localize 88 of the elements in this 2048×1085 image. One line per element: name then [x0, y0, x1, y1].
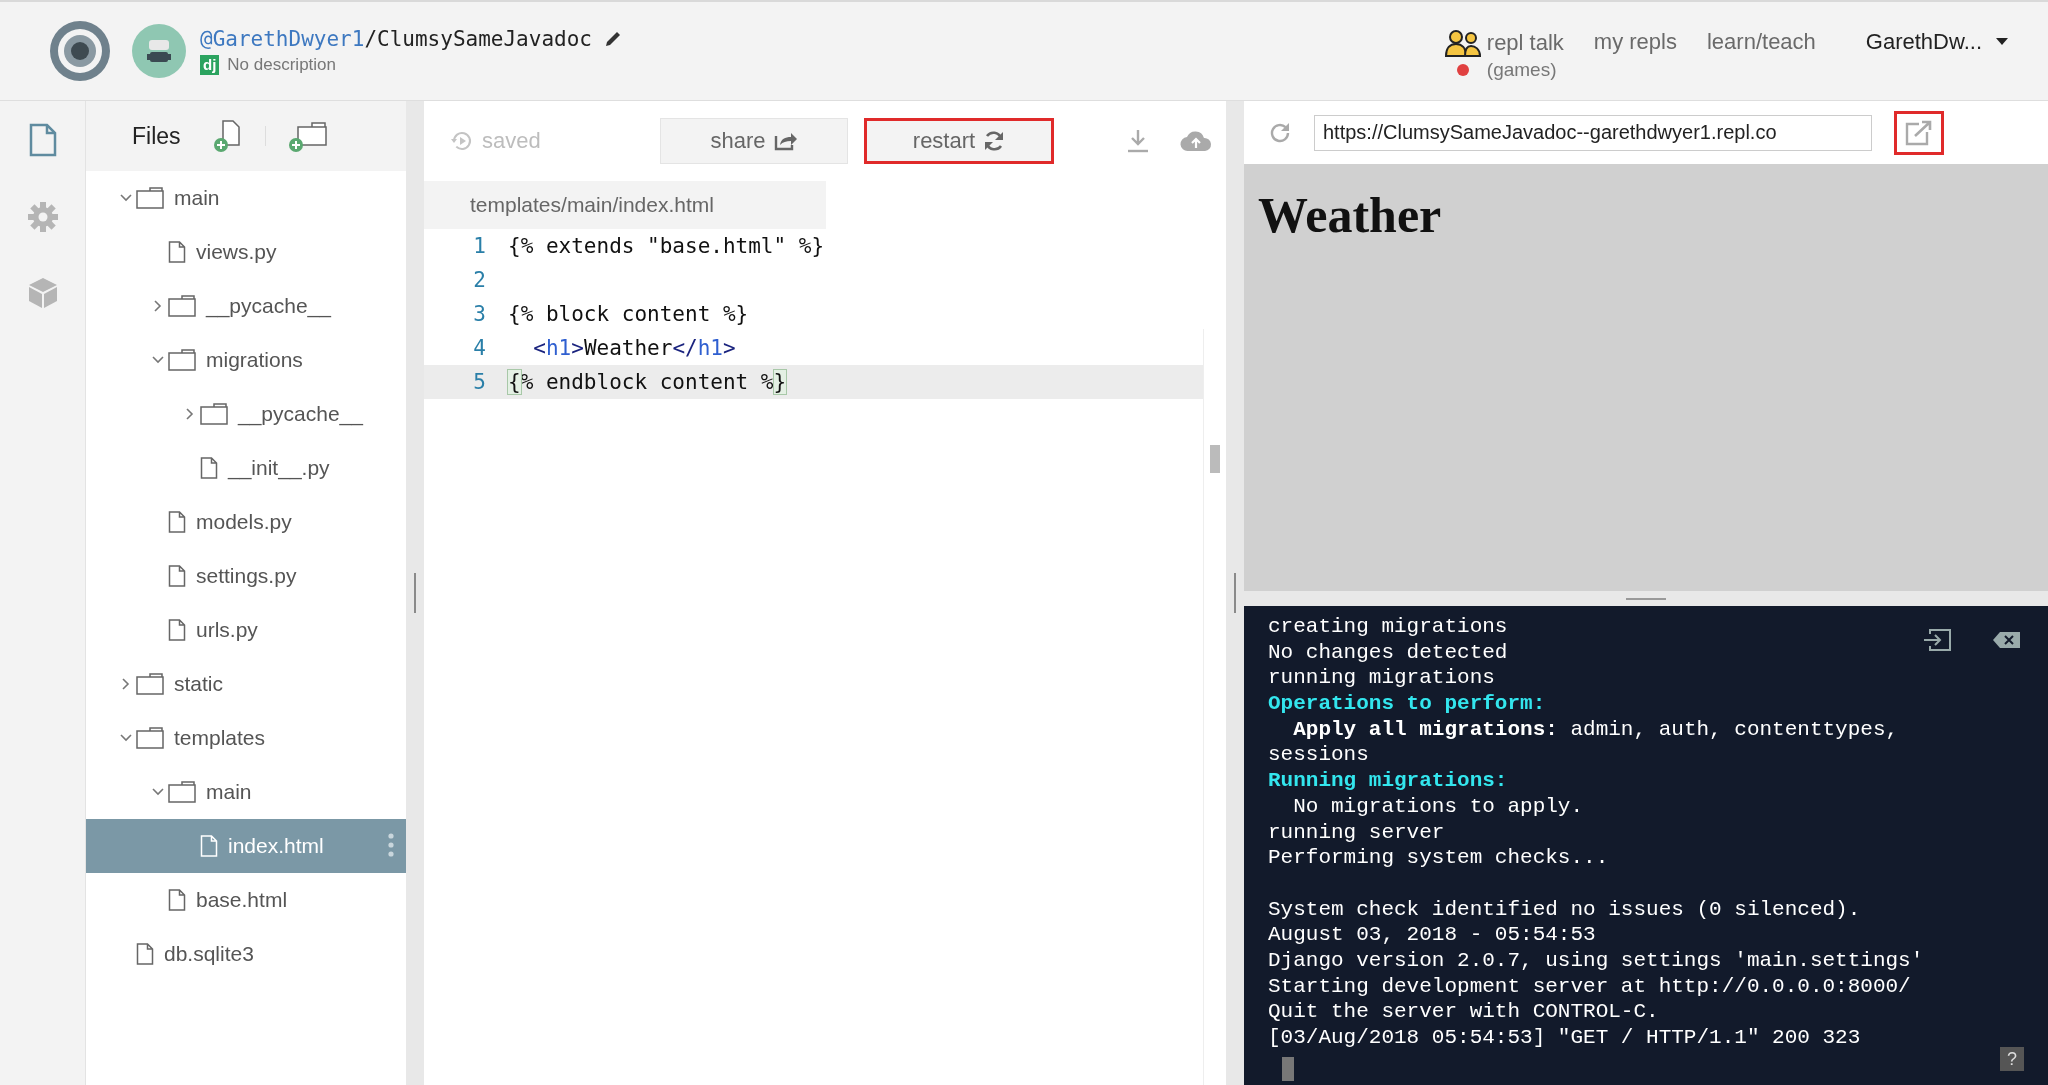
folder-icon — [200, 403, 228, 425]
restart-button[interactable]: restart — [864, 118, 1054, 164]
console-line: Apply all migrations: admin, auth, contenttypes, — [1292, 716, 1899, 743]
folder-icon — [136, 673, 164, 695]
file-icon — [168, 889, 186, 911]
open-external-icon[interactable] — [1905, 119, 1933, 146]
tree-item[interactable]: templates — [86, 711, 406, 765]
console-line: Starting development server at http://0.0.0.0:8000/ — [1268, 973, 1911, 1000]
download-icon[interactable] — [1126, 128, 1150, 154]
caret-icon — [1996, 38, 2008, 46]
nav-link[interactable]: my repls — [1593, 29, 1677, 55]
logo-icon[interactable] — [48, 19, 112, 83]
folder-icon — [168, 295, 196, 317]
tree-item[interactable]: db.sqlite3 — [86, 927, 406, 981]
people-icon[interactable] — [1444, 29, 1481, 57]
code-line: {% block content %} — [508, 302, 749, 326]
tree-item[interactable]: __pycache__ — [86, 387, 406, 441]
help-button[interactable]: ? — [2000, 1047, 2024, 1071]
file-icon — [168, 619, 186, 641]
console-line: creating migrations — [1268, 614, 1508, 640]
pencil-icon[interactable] — [603, 30, 622, 48]
console-line: No migrations to apply. — [1292, 793, 1584, 820]
cloud-upload-icon[interactable] — [1180, 129, 1212, 153]
share-icon — [773, 131, 798, 151]
code-line: {% extends "base.html" %} — [508, 234, 825, 258]
console-line: No changes detected — [1268, 639, 1508, 666]
folder-icon — [168, 781, 196, 803]
console-line: Quit the server with CONTROL-C. — [1268, 999, 1659, 1025]
line-number: 3 — [472, 302, 487, 326]
panel-title: Files — [132, 122, 181, 150]
user-menu[interactable]: GarethDw... — [1865, 29, 2008, 55]
nav-link[interactable]: learn/teach — [1707, 29, 1816, 55]
history-icon — [450, 129, 474, 153]
code-line: <h1>Weather</h1> — [532, 336, 736, 360]
console-line: running migrations — [1268, 665, 1495, 692]
tree-item[interactable]: static — [86, 657, 406, 711]
nav-sublabel: (games) — [1486, 59, 1558, 81]
refresh-icon — [983, 130, 1006, 152]
tree-item[interactable]: migrations — [86, 333, 406, 387]
line-number: 2 — [472, 268, 487, 292]
line-number: 1 — [472, 234, 487, 258]
console-line: August 03, 2018 - 05:54:53 — [1268, 922, 1596, 948]
clear-icon[interactable] — [1992, 630, 2022, 650]
tree-item[interactable]: views.py — [86, 225, 406, 279]
line-number: 5 — [472, 370, 487, 394]
new-file-icon[interactable] — [212, 119, 243, 153]
folder-icon — [168, 349, 196, 371]
tree-item[interactable]: settings.py — [86, 549, 406, 603]
file-icon — [136, 943, 154, 965]
tree-item[interactable]: __init__.py — [86, 441, 406, 495]
console-line: running server — [1268, 819, 1445, 846]
avatar-icon[interactable] — [132, 24, 186, 78]
repl-title: /ClumsySameJavadoc — [364, 27, 592, 51]
tree-item[interactable]: __pycache__ — [86, 279, 406, 333]
language-badge: dj — [200, 55, 220, 75]
owner-link[interactable]: @GarethDwyer1 — [200, 27, 365, 51]
console-line: System check identified no issues (0 silenced). — [1268, 896, 1861, 923]
tree-item[interactable]: models.py — [86, 495, 406, 549]
file-tab[interactable]: templates/main/index.html — [424, 181, 826, 229]
file-icon — [200, 457, 218, 479]
file-icon — [168, 565, 186, 587]
description-text[interactable]: No description — [227, 55, 336, 75]
console-line: Performing system checks... — [1268, 845, 1609, 871]
folder-icon — [136, 187, 164, 209]
page-heading: Weather — [1258, 186, 1442, 244]
console-line: Operations to perform: — [1268, 691, 1546, 717]
file-icon — [200, 835, 218, 857]
share-button[interactable]: share — [660, 118, 848, 164]
tree-item[interactable]: main — [86, 171, 406, 225]
new-folder-icon[interactable] — [287, 119, 328, 153]
text-cursor — [1282, 1056, 1294, 1081]
console-line: [03/Aug/2018 05:54:53] "GET / HTTP/1.1" 200 323 — [1268, 1025, 1861, 1051]
input-icon[interactable] — [1922, 628, 1952, 652]
line-number: 4 — [472, 336, 487, 360]
nav-link[interactable]: repl talk — [1486, 30, 1564, 56]
save-status: saved — [482, 128, 541, 154]
folder-icon — [136, 727, 164, 749]
url-field[interactable]: https://ClumsySameJavadoc--garethdwyer1.repl.co — [1314, 114, 1872, 151]
console-line: Running migrations: — [1268, 768, 1508, 794]
file-icon — [168, 241, 186, 263]
file-icon[interactable] — [27, 123, 58, 157]
tree-item[interactable]: urls.py — [86, 603, 406, 657]
console-line: sessions — [1268, 742, 1369, 769]
tree-item[interactable]: main — [86, 765, 406, 819]
scrollbar-thumb[interactable] — [1210, 445, 1220, 473]
console-line: Django version 2.0.7, using settings 'main.settings' — [1268, 947, 1924, 974]
tree-item[interactable]: base.html — [86, 873, 406, 927]
file-icon — [168, 511, 186, 533]
